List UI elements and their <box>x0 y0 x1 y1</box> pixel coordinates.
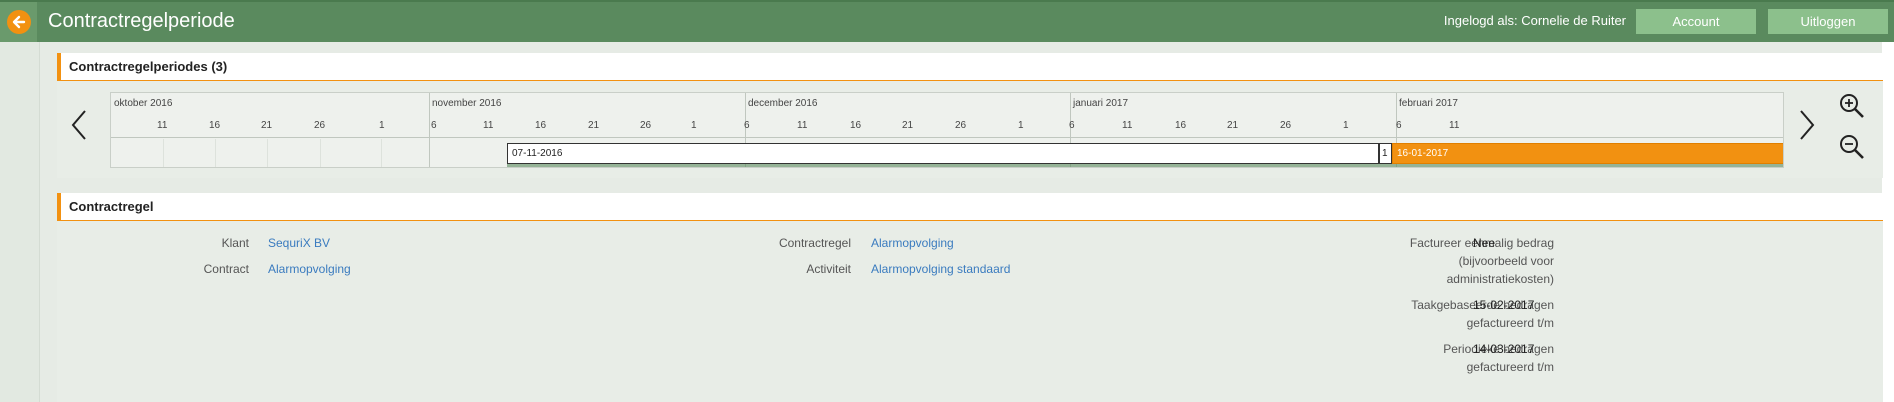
right-margin <box>1882 42 1894 402</box>
period-bar[interactable]: 07-11-2016 <box>507 143 1379 164</box>
detail-section: Contractregel Klant SequriX BV Contract … <box>57 193 1883 402</box>
tick-label: 26 <box>640 120 652 131</box>
tick-label: 1 <box>379 120 385 131</box>
contractregel-link[interactable]: Alarmopvolging <box>871 234 954 252</box>
grid-line <box>163 139 164 167</box>
month-label: oktober 2016 <box>114 98 173 109</box>
periodiek-label-line: gefactureerd t/m <box>1466 360 1554 374</box>
contract-label: Contract <box>203 262 249 276</box>
timeline-header: Contractregelperiodes (3) <box>57 53 1883 81</box>
month-label: februari 2017 <box>1399 98 1458 109</box>
tick-label: 26 <box>955 120 967 131</box>
periodiek-value: 14-03-2017 <box>1473 342 1535 356</box>
page-title: Contractregelperiode <box>48 10 235 32</box>
tick-label: 1 <box>1018 120 1024 131</box>
detail-header: Contractregel <box>57 193 1883 221</box>
chevron-left-icon[interactable] <box>71 109 87 146</box>
back-button[interactable] <box>0 2 37 42</box>
period-bar[interactable]: 1 <box>1379 143 1392 164</box>
klant-label: Klant <box>221 236 249 250</box>
month-separator <box>429 93 430 167</box>
month-label: januari 2017 <box>1073 98 1129 109</box>
period-underline <box>507 164 1783 167</box>
tick-label: 16 <box>535 120 547 131</box>
grid-line <box>215 139 216 167</box>
eenmalig-value: Nee <box>1473 236 1496 250</box>
logout-button[interactable]: Uitloggen <box>1768 9 1888 34</box>
tick-label: 21 <box>261 120 273 131</box>
grid-line <box>267 139 268 167</box>
zoom-in-icon[interactable] <box>1839 93 1865 124</box>
tick-label: 16 <box>209 120 221 131</box>
tick-label: 11 <box>1449 120 1460 131</box>
klant-link[interactable]: SequriX BV <box>268 234 330 252</box>
activiteit-label: Activiteit <box>806 262 851 276</box>
timeline-grid: oktober 2016 november 2016 december 2016… <box>110 92 1784 168</box>
eenmalig-label-line: administratiekosten) <box>1446 272 1554 286</box>
activiteit-link[interactable]: Alarmopvolging standaard <box>871 260 1010 278</box>
tick-label: 26 <box>314 120 326 131</box>
taak-label-line: gefactureerd t/m <box>1466 316 1554 330</box>
account-button[interactable]: Account <box>1636 9 1756 34</box>
scale-separator <box>111 137 1783 138</box>
detail-title: Contractregel <box>69 199 154 214</box>
period-bar-selected[interactable]: 16-01-2017 <box>1392 143 1783 164</box>
tick-label: 21 <box>902 120 914 131</box>
logged-in-user: Ingelogd als: Cornelie de Ruiter <box>1443 13 1626 28</box>
contract-link[interactable]: Alarmopvolging <box>268 260 351 278</box>
tick-label: 16 <box>1175 120 1187 131</box>
tick-label: 11 <box>157 120 168 131</box>
tick-label: 1 <box>691 120 697 131</box>
tick-label: 21 <box>588 120 600 131</box>
month-label: december 2016 <box>748 98 818 109</box>
detail-body: Klant SequriX BV Contract Alarmopvolging… <box>57 221 1883 402</box>
tick-label: 6 <box>431 120 437 131</box>
grid-line <box>320 139 321 167</box>
timeline-title: Contractregelperiodes (3) <box>69 59 228 74</box>
contractregel-label: Contractregel <box>778 236 851 250</box>
chevron-right-icon[interactable] <box>1799 109 1815 146</box>
tick-label: 6 <box>744 120 750 131</box>
taak-value: 15-02-2017 <box>1473 298 1535 312</box>
tick-label: 21 <box>1227 120 1239 131</box>
tick-label: 11 <box>797 120 808 131</box>
tick-label: 16 <box>850 120 862 131</box>
grid-line <box>381 139 382 167</box>
tick-label: 11 <box>483 120 494 131</box>
timeline-body: oktober 2016 november 2016 december 2016… <box>57 81 1883 178</box>
timeline-section: Contractregelperiodes (3) oktober 2016 n… <box>57 53 1883 178</box>
left-rail <box>0 42 40 402</box>
top-bar: Contractregelperiode Ingelogd als: Corne… <box>0 0 1894 42</box>
tick-label: 6 <box>1069 120 1075 131</box>
arrow-left-icon <box>6 10 31 34</box>
tick-label: 26 <box>1280 120 1292 131</box>
month-label: november 2016 <box>432 98 502 109</box>
tick-label: 11 <box>1122 120 1133 131</box>
eenmalig-label-line: (bijvoorbeeld voor <box>1458 254 1554 268</box>
tick-label: 1 <box>1343 120 1349 131</box>
tick-label: 6 <box>1396 120 1402 131</box>
zoom-out-icon[interactable] <box>1839 134 1865 165</box>
